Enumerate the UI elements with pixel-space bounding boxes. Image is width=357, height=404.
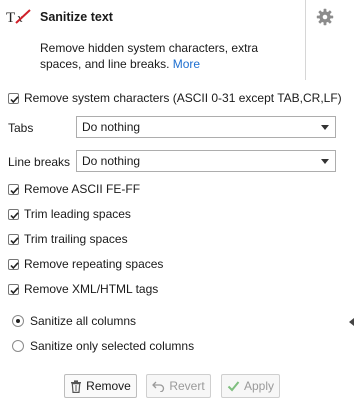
panel-description: Remove hidden system characters, extra s… <box>40 40 302 72</box>
remove-xml-tags-checkbox[interactable] <box>8 283 19 295</box>
remove-xml-tags-option[interactable]: Remove XML/HTML tags <box>8 281 158 297</box>
sanitize-selected-columns-label: Sanitize only selected columns <box>30 339 195 353</box>
apply-button[interactable]: Apply <box>221 374 280 398</box>
remove-repeating-spaces-checkbox[interactable] <box>8 258 19 270</box>
gear-icon[interactable] <box>316 8 334 26</box>
remove-fe-ff-option[interactable]: Remove ASCII FE-FF <box>8 181 140 197</box>
sanitize-all-columns-radio[interactable] <box>12 315 24 327</box>
trash-icon <box>71 379 82 393</box>
trim-leading-checkbox[interactable] <box>8 208 19 220</box>
chevron-down-icon <box>321 159 329 164</box>
clear-format-icon: T x <box>6 8 32 26</box>
trim-trailing-label: Trim trailing spaces <box>24 232 128 246</box>
panel-title: Sanitize text <box>40 10 113 24</box>
checkmark-icon <box>227 381 240 392</box>
remove-button-label: Remove <box>86 379 131 393</box>
undo-icon <box>152 381 165 392</box>
more-link[interactable]: More <box>173 57 200 71</box>
trim-trailing-option[interactable]: Trim trailing spaces <box>8 231 128 247</box>
collapse-arrow-icon[interactable] <box>349 318 354 326</box>
remove-button[interactable]: Remove <box>64 374 137 398</box>
remove-fe-ff-checkbox[interactable] <box>8 183 19 195</box>
remove-repeating-spaces-option[interactable]: Remove repeating spaces <box>8 256 163 272</box>
remove-system-chars-checkbox[interactable] <box>8 92 19 104</box>
remove-system-chars-option[interactable]: Remove system characters (ASCII 0-31 exc… <box>8 90 342 106</box>
trim-leading-option[interactable]: Trim leading spaces <box>8 206 131 222</box>
radio-selected-dot <box>16 319 20 323</box>
sanitize-selected-columns-radio[interactable] <box>12 340 24 352</box>
revert-button-label: Revert <box>169 379 205 393</box>
tabs-label: Tabs <box>8 121 34 135</box>
remove-repeating-spaces-label: Remove repeating spaces <box>24 257 164 271</box>
sanitize-selected-columns-option[interactable]: Sanitize only selected columns <box>12 338 194 354</box>
header-divider <box>305 0 306 80</box>
trim-trailing-checkbox[interactable] <box>8 233 19 245</box>
line-breaks-label: Line breaks <box>8 155 71 169</box>
tabs-select-value: Do nothing <box>82 120 141 134</box>
line-breaks-select[interactable]: Do nothing <box>76 150 336 172</box>
revert-button[interactable]: Revert <box>146 374 211 398</box>
apply-button-label: Apply <box>243 379 275 393</box>
trim-leading-label: Trim leading spaces <box>24 207 131 221</box>
tabs-select[interactable]: Do nothing <box>76 116 336 138</box>
remove-system-chars-label: Remove system characters (ASCII 0-31 exc… <box>24 91 342 105</box>
remove-xml-tags-label: Remove XML/HTML tags <box>24 282 159 296</box>
sanitize-all-columns-label: Sanitize all columns <box>30 314 137 328</box>
description-text: Remove hidden system characters, extra s… <box>40 41 259 71</box>
line-breaks-select-value: Do nothing <box>82 154 141 168</box>
chevron-down-icon <box>321 125 329 130</box>
remove-fe-ff-label: Remove ASCII FE-FF <box>24 182 141 196</box>
sanitize-all-columns-option[interactable]: Sanitize all columns <box>12 313 136 329</box>
svg-text:T: T <box>6 10 15 26</box>
